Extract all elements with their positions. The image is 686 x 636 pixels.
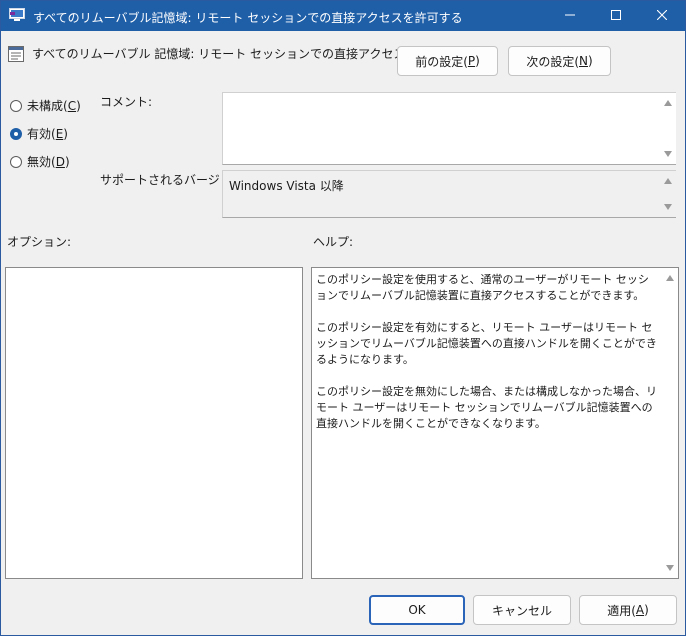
next-setting-label-suffix: ) xyxy=(587,54,593,68)
previous-setting-label-suffix: ) xyxy=(475,54,480,68)
next-setting-button[interactable]: 次の設定(N) xyxy=(508,46,611,76)
scroll-down-icon[interactable] xyxy=(664,151,672,157)
policy-setting-icon xyxy=(8,46,24,62)
scroll-up-icon[interactable] xyxy=(666,275,674,281)
radio-not-configured-circle[interactable] xyxy=(10,99,22,112)
help-paragraph: このポリシー設定を有効にすると、リモート ユーザーはリモート セッションでリムー… xyxy=(316,321,657,366)
help-text: このポリシー設定を使用すると、通常のユーザーがリモート セッションでリムーバブル… xyxy=(316,272,658,448)
radio-enabled-suffix: ) xyxy=(63,126,68,141)
radio-disabled-label: 無効( xyxy=(27,155,56,169)
options-label: オプション: xyxy=(7,235,72,249)
close-button[interactable] xyxy=(639,1,685,31)
group-policy-icon xyxy=(9,8,25,22)
minimize-icon xyxy=(565,9,575,23)
apply-button[interactable]: 適用(A) xyxy=(579,595,677,625)
radio-disabled-circle[interactable] xyxy=(10,155,22,168)
scroll-down-icon[interactable] xyxy=(664,204,672,210)
radio-disabled-key: D xyxy=(55,154,65,169)
options-panel xyxy=(5,267,303,579)
previous-setting-button[interactable]: 前の設定(P) xyxy=(397,46,498,76)
help-paragraph: このポリシー設定を使用すると、通常のユーザーがリモート セッションでリムーバブル… xyxy=(316,273,649,302)
radio-enabled-label: 有効( xyxy=(27,127,56,141)
scroll-up-icon[interactable] xyxy=(664,178,672,184)
maximize-button[interactable] xyxy=(593,1,639,31)
radio-enabled-key: E xyxy=(55,126,64,141)
apply-label-suffix: ) xyxy=(644,603,649,617)
close-icon xyxy=(656,9,668,23)
title-bar[interactable]: すべてのリムーバブル記憶域: リモート セッションでの直接アクセスを許可する xyxy=(1,1,685,31)
window-title: すべてのリムーバブル記憶域: リモート セッションでの直接アクセスを許可する xyxy=(33,11,463,25)
comment-label: コメント: xyxy=(100,95,153,109)
help-panel: このポリシー設定を使用すると、通常のユーザーがリモート セッションでリムーバブル… xyxy=(311,267,679,579)
supported-on-value: Windows Vista 以降 xyxy=(229,179,344,193)
scroll-down-icon[interactable] xyxy=(666,565,674,571)
previous-setting-access-key: P xyxy=(467,54,476,68)
maximize-icon xyxy=(611,9,621,23)
radio-not-configured[interactable]: 未構成(C) xyxy=(10,97,81,114)
help-label: ヘルプ: xyxy=(313,235,354,249)
next-setting-label: 次の設定( xyxy=(526,54,579,69)
radio-disabled-suffix: ) xyxy=(64,154,70,169)
supported-on-scrollbar[interactable] xyxy=(659,171,676,217)
help-paragraph: このポリシー設定を無効にした場合、または構成しなかった場合、リモート ユーザーは… xyxy=(316,385,657,430)
comment-textarea[interactable] xyxy=(222,92,676,165)
supported-on-field: Windows Vista 以降 xyxy=(222,170,676,218)
radio-disabled[interactable]: 無効(D) xyxy=(10,153,70,170)
radio-enabled-circle[interactable] xyxy=(10,127,22,140)
minimize-button[interactable] xyxy=(547,1,593,31)
radio-not-configured-key: C xyxy=(67,98,77,113)
comment-scrollbar[interactable] xyxy=(659,93,676,164)
ok-button[interactable]: OK xyxy=(369,595,465,625)
previous-setting-label: 前の設定( xyxy=(415,54,468,69)
help-scrollbar[interactable] xyxy=(661,268,678,578)
cancel-button[interactable]: キャンセル xyxy=(473,595,571,625)
radio-not-configured-suffix: ) xyxy=(76,98,81,113)
radio-enabled[interactable]: 有効(E) xyxy=(10,125,68,142)
next-setting-access-key: N xyxy=(579,54,588,68)
policy-settings-window: すべてのリムーバブル記憶域: リモート セッションでの直接アクセスを許可する す… xyxy=(0,0,686,636)
apply-label: 適用( xyxy=(607,603,636,618)
apply-access-key: A xyxy=(635,603,645,617)
scroll-up-icon[interactable] xyxy=(664,100,672,106)
radio-not-configured-label: 未構成( xyxy=(27,99,68,113)
